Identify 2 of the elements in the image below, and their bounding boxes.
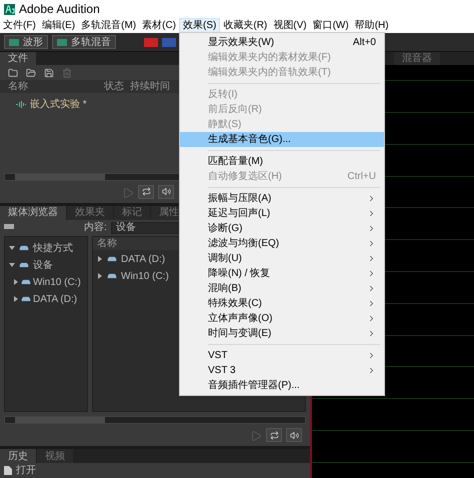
window-title: Adobe Audition [19,1,100,18]
content-label: 内容: [84,220,107,236]
